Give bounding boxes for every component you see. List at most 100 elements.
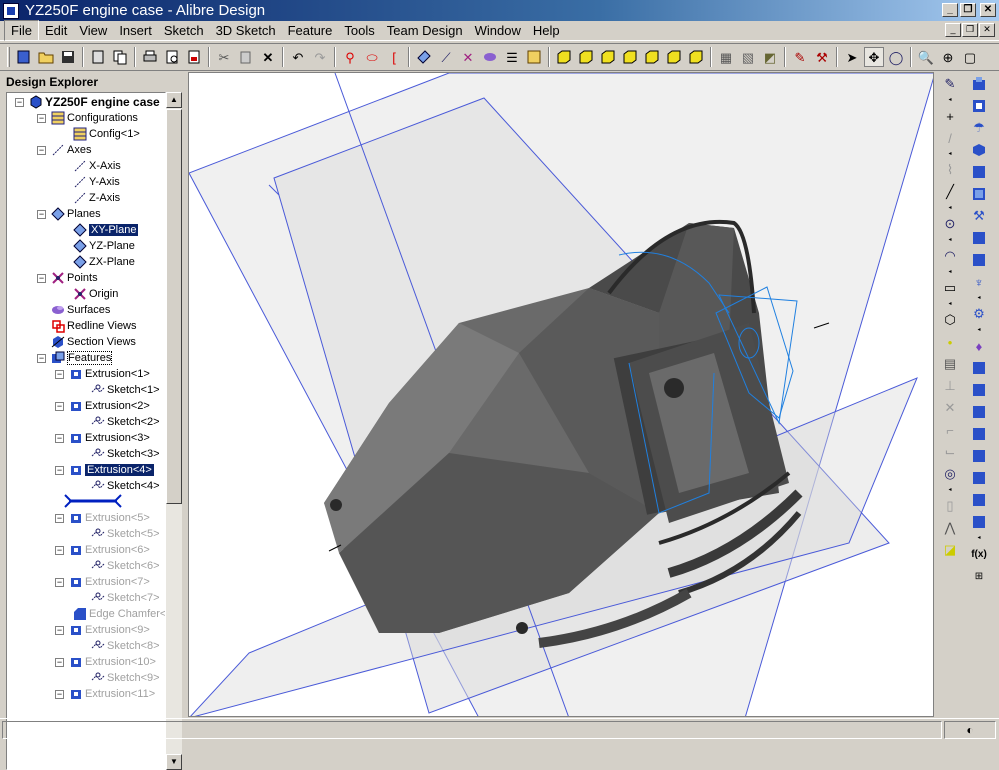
tree-item-redline-views[interactable]: Redline Views: [51, 318, 137, 334]
scroll-up-icon[interactable]: ▲: [166, 92, 182, 108]
view-back-icon[interactable]: [598, 47, 618, 67]
tree-item-points[interactable]: − Points: [37, 270, 98, 286]
curve-icon[interactable]: [968, 512, 990, 532]
expand-arrow-icon[interactable]: ◂: [937, 486, 963, 494]
view-top-icon[interactable]: [620, 47, 640, 67]
revolve-icon[interactable]: ☂: [968, 118, 990, 138]
cut-icon[interactable]: ✂: [214, 47, 234, 67]
fillet-feature-icon[interactable]: [968, 358, 990, 378]
sweep-cut-icon[interactable]: [968, 228, 990, 248]
rollback-bar[interactable]: [63, 493, 123, 509]
tree-item-sketch-2[interactable]: Sketch<2>: [91, 414, 160, 430]
tree-item-extrusion-11[interactable]: − Extrusion<11>: [55, 686, 155, 702]
redline-ellipse-icon[interactable]: ⬭: [362, 47, 382, 67]
collapse-icon[interactable]: −: [55, 465, 64, 475]
mirror-icon[interactable]: ▯: [939, 496, 961, 516]
tree-item-extrusion-4[interactable]: − Extrusion<4>: [55, 462, 154, 478]
rectangle-icon[interactable]: ▭: [939, 278, 961, 298]
tree-item-extrusion-9[interactable]: − Extrusion<9>: [55, 622, 150, 638]
tree-item-yz-plane[interactable]: YZ-Plane: [73, 238, 135, 254]
fillet-icon[interactable]: ⌐: [939, 420, 961, 440]
tree-item-x-axis[interactable]: X-Axis: [73, 158, 121, 174]
paste-icon[interactable]: [236, 47, 256, 67]
expand-arrow-icon[interactable]: ◂: [937, 150, 963, 158]
thread-icon[interactable]: ⚙: [968, 304, 990, 324]
tree-item-features[interactable]: − Features: [37, 350, 113, 366]
expand-arrow-icon[interactable]: ◂: [937, 300, 963, 308]
trim-icon[interactable]: ⊥: [939, 376, 961, 396]
boolean-icon[interactable]: ♦: [968, 336, 990, 356]
design-table-icon[interactable]: ⊞: [968, 566, 990, 586]
pan-icon[interactable]: ✥: [864, 47, 884, 67]
revolve-cut-icon[interactable]: [968, 140, 990, 160]
measure-icon[interactable]: ✎: [790, 47, 810, 67]
tree-item-extrusion-6[interactable]: − Extrusion<6>: [55, 542, 150, 558]
circle-icon[interactable]: ⊙: [939, 214, 961, 234]
zoom-icon[interactable]: 🔍: [916, 47, 936, 67]
menu-edit[interactable]: Edit: [39, 21, 73, 40]
tree-item-config1[interactable]: Config<1>: [73, 126, 140, 142]
menu-sketch[interactable]: Sketch: [158, 21, 210, 40]
tree-item-extrusion-2[interactable]: − Extrusion<2>: [55, 398, 150, 414]
restore-button[interactable]: ❐: [960, 3, 976, 17]
project-icon[interactable]: ◪: [939, 540, 961, 560]
doc-minimize-button[interactable]: _: [945, 23, 961, 37]
expand-arrow-icon[interactable]: ◂: [937, 96, 963, 104]
collapse-icon[interactable]: −: [55, 369, 64, 379]
point-icon[interactable]: ✕: [458, 47, 478, 67]
undo-icon[interactable]: ↶: [288, 47, 308, 67]
doc-restore-button[interactable]: ❐: [962, 23, 978, 37]
redline-icon[interactable]: ⚲: [340, 47, 360, 67]
loft-cut-icon[interactable]: [968, 184, 990, 204]
extrude-cut-icon[interactable]: [968, 96, 990, 116]
sketch-icon[interactable]: ✎: [939, 74, 961, 94]
chamfer-feature-icon[interactable]: [968, 380, 990, 400]
crosshair-icon[interactable]: +: [939, 106, 961, 126]
configurations-icon[interactable]: [524, 47, 544, 67]
tree-item-sketch-9[interactable]: Sketch<9>: [91, 670, 160, 686]
menu-feature[interactable]: Feature: [282, 21, 339, 40]
view-bottom-icon[interactable]: [642, 47, 662, 67]
collapse-icon[interactable]: −: [37, 145, 46, 155]
explorer-scrollbar[interactable]: ▲ ▼: [166, 92, 182, 770]
chamfer-icon[interactable]: ⌙: [939, 442, 961, 462]
collapse-icon[interactable]: −: [55, 545, 64, 555]
copy-icon[interactable]: [110, 47, 130, 67]
delete-icon[interactable]: ✕: [258, 47, 278, 67]
draft-icon[interactable]: [968, 402, 990, 422]
sweep-icon[interactable]: ⚒: [968, 206, 990, 226]
view-right-icon[interactable]: [686, 47, 706, 67]
redline-bracket-icon[interactable]: [: [384, 47, 404, 67]
line-icon[interactable]: ╱: [939, 182, 961, 202]
tree-item-origin[interactable]: Origin: [73, 286, 118, 302]
pattern-feature-icon[interactable]: [968, 446, 990, 466]
3d-viewport[interactable]: [188, 72, 934, 717]
tree-item-extrusion-7[interactable]: − Extrusion<7>: [55, 574, 150, 590]
rollback-marker-icon[interactable]: [63, 493, 123, 509]
print-icon[interactable]: [140, 47, 160, 67]
collapse-icon[interactable]: −: [55, 401, 64, 411]
clipboard-icon[interactable]: [88, 47, 108, 67]
surface-icon[interactable]: [480, 47, 500, 67]
menu-team-design[interactable]: Team Design: [381, 21, 469, 40]
minimize-button[interactable]: _: [942, 3, 958, 17]
scroll-thumb[interactable]: [166, 109, 182, 504]
view-front-icon[interactable]: [576, 47, 596, 67]
collapse-icon[interactable]: −: [55, 657, 64, 667]
save-icon[interactable]: [58, 47, 78, 67]
app-icon[interactable]: [3, 2, 19, 19]
doc-close-button[interactable]: ✕: [979, 23, 995, 37]
plane-icon[interactable]: [414, 47, 434, 67]
expand-arrow-icon[interactable]: ◂: [966, 326, 992, 334]
construction-line-icon[interactable]: /: [939, 128, 961, 148]
tree-item-zx-plane[interactable]: ZX-Plane: [73, 254, 135, 270]
section-icon[interactable]: ◩: [760, 47, 780, 67]
view-iso-icon[interactable]: [554, 47, 574, 67]
menu-window[interactable]: Window: [469, 21, 527, 40]
pattern-icon[interactable]: ⋀: [939, 518, 961, 538]
extend-icon[interactable]: ✕: [939, 398, 961, 418]
expand-arrow-icon[interactable]: ◂: [966, 534, 992, 542]
extrude-icon[interactable]: [968, 74, 990, 94]
tree-item-sketch-1[interactable]: Sketch<1>: [91, 382, 160, 398]
tree-item-y-axis[interactable]: Y-Axis: [73, 174, 120, 190]
